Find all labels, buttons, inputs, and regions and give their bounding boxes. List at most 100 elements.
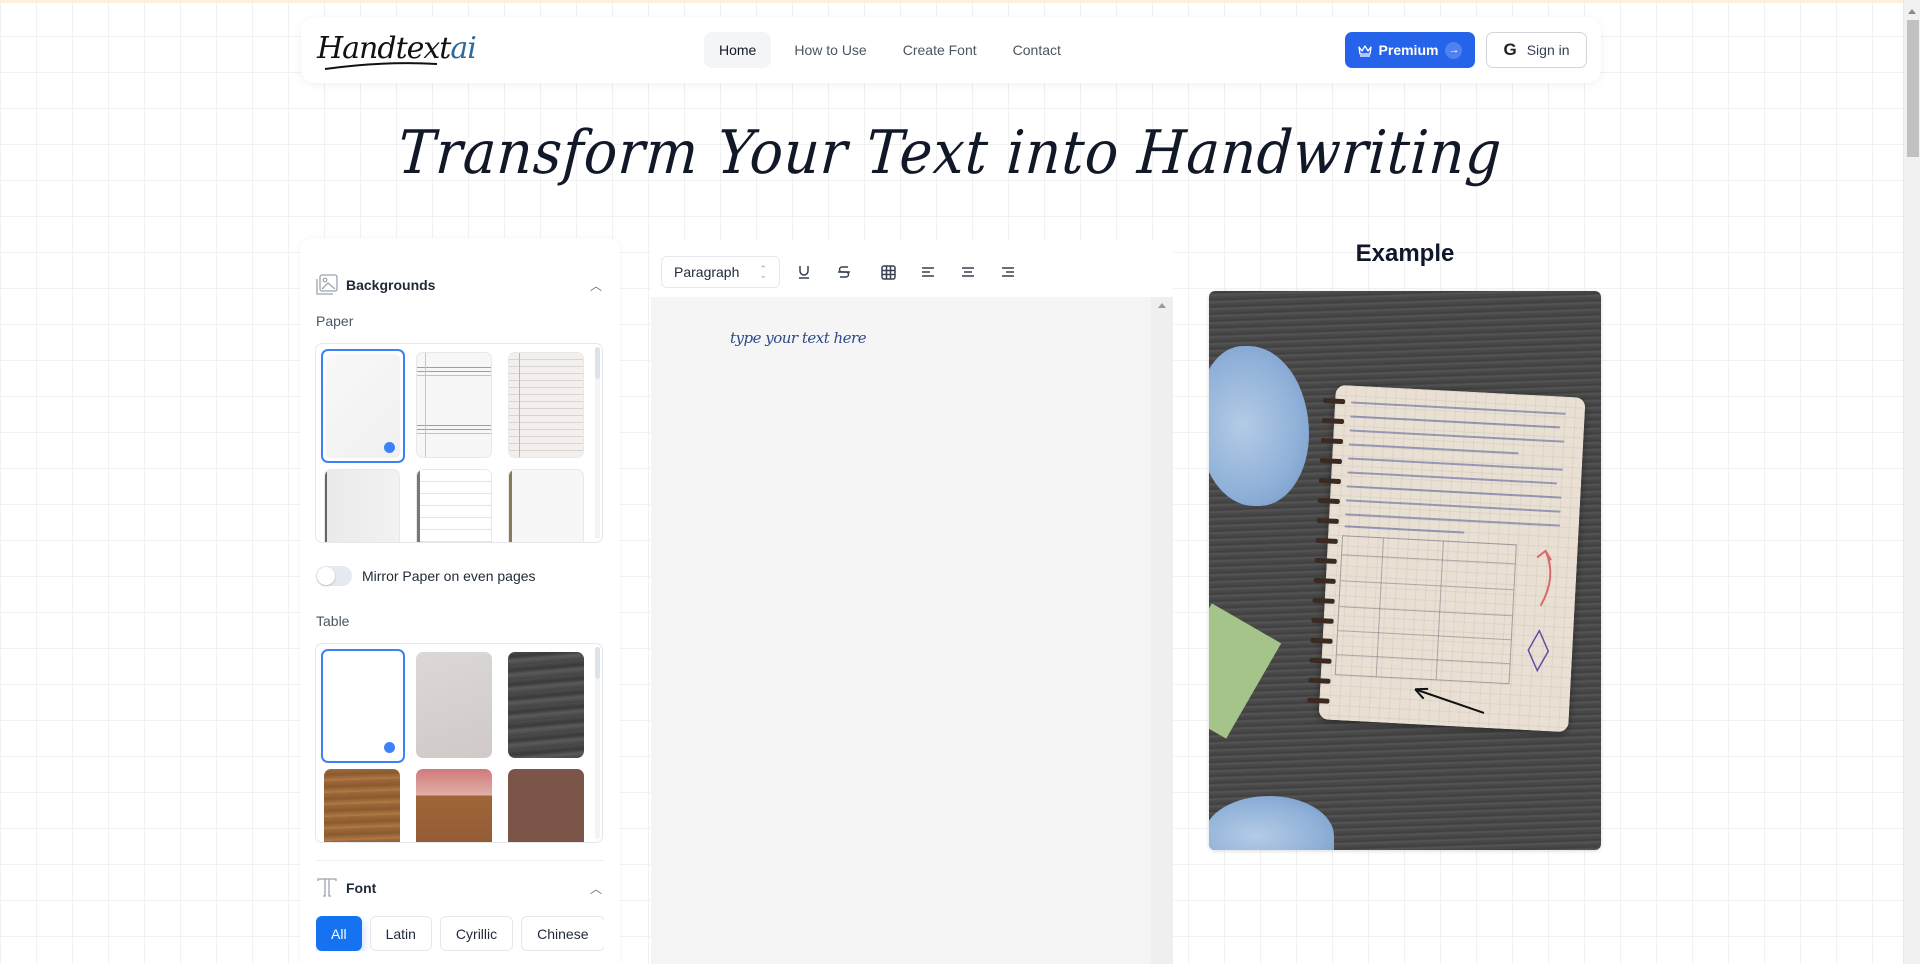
font-filter-cyrillic[interactable]: Cyrillic [439, 916, 514, 951]
page-scrollbar[interactable] [1903, 0, 1920, 964]
font-filter-all[interactable]: All [316, 916, 362, 951]
top-accent-line [0, 0, 1904, 3]
table-option-white[interactable] [321, 649, 405, 763]
spiral-ring [1316, 517, 1339, 525]
paper-preview [509, 470, 583, 542]
nav-how-to-use[interactable]: How to Use [779, 32, 881, 68]
crown-icon [1357, 44, 1372, 57]
spiral-ring [1322, 398, 1346, 405]
hero-title: Transform Your Text into Handwriting [395, 118, 1505, 188]
handwriting-line [1345, 513, 1560, 527]
font-section-header[interactable]: Font ︿ [316, 876, 604, 900]
crumpled-paper [1209, 346, 1309, 506]
table-option-grey-surface[interactable] [416, 652, 492, 758]
font-title: Font [346, 880, 377, 896]
handwriting-page[interactable]: type your text here [651, 297, 1173, 964]
table-option-wood-calculator[interactable] [416, 769, 492, 842]
handwritten-table [1334, 535, 1517, 685]
spiral-ring [1318, 477, 1342, 485]
logo-swoosh-icon [324, 62, 438, 70]
spiral-ring [1313, 577, 1336, 584]
handwriting-line [1349, 429, 1565, 443]
sign-in-button[interactable]: G Sign in [1486, 32, 1587, 68]
handwriting-line [1346, 485, 1562, 499]
align-center-icon [962, 267, 974, 277]
logo[interactable]: Handtextai [317, 27, 477, 73]
chevron-up-icon[interactable]: ︿ [590, 880, 602, 897]
doodle-arrow-diamond [1527, 549, 1552, 673]
backgrounds-section-header[interactable]: Backgrounds ︿ [316, 273, 604, 297]
handwriting-line [1350, 415, 1561, 429]
scrollbar-thumb[interactable] [1907, 20, 1919, 157]
spiral-ring [1310, 637, 1333, 644]
paper-grid-scrollbar[interactable] [595, 347, 600, 539]
nav-home[interactable]: Home [704, 32, 772, 68]
strikethrough-button[interactable] [824, 256, 864, 288]
scroll-up-icon[interactable] [1158, 303, 1166, 308]
premium-label: Premium [1378, 42, 1439, 58]
header: Handtextai Home How to Use Create Font C… [301, 17, 1601, 83]
handwriting-line [1345, 499, 1561, 513]
underline-button[interactable] [784, 256, 824, 288]
table-options-grid [315, 643, 603, 843]
spiral-ring [1321, 418, 1345, 425]
table-label: Table [316, 613, 350, 629]
spiral-ring [1314, 557, 1337, 564]
paper-preview [417, 470, 491, 542]
image-icon [316, 274, 338, 295]
spiral-ring [1319, 457, 1343, 465]
paper-option-spiral-ruled[interactable] [416, 469, 492, 543]
nav-contact[interactable]: Contact [998, 32, 1076, 68]
paper-preview [509, 353, 583, 457]
chevron-up-icon[interactable]: ︿ [590, 277, 602, 294]
paper-options-grid [315, 343, 603, 543]
editor-scrollbar[interactable] [1151, 297, 1173, 964]
text-editor: Paragraph ⌃ ⌄ type your text here [651, 240, 1173, 964]
paper-option-ruled-double[interactable] [416, 352, 492, 458]
table-preview [416, 652, 492, 758]
doodle-arrow [1414, 687, 1485, 714]
spiral-ring [1312, 597, 1335, 604]
scrollbar-thumb[interactable] [595, 647, 600, 679]
align-center-button[interactable] [948, 256, 988, 288]
logo-accent: ai [450, 31, 477, 66]
table-option-brown-coffee[interactable] [508, 769, 584, 842]
spiral-ring [1308, 677, 1331, 684]
nav-create-font[interactable]: Create Font [888, 32, 992, 68]
table-grid-scrollbar[interactable] [595, 647, 600, 839]
table-button[interactable] [868, 256, 908, 288]
block-type-select[interactable]: Paragraph ⌃ ⌄ [661, 256, 780, 288]
handwriting-line [1350, 401, 1566, 415]
font-filter-chinese[interactable]: Chinese [521, 916, 604, 951]
mirror-paper-row: Mirror Paper on even pages [316, 566, 536, 586]
align-left-button[interactable] [908, 256, 948, 288]
paper-option-spiral-blank[interactable] [324, 469, 400, 542]
table-option-wood-plant[interactable] [324, 769, 400, 842]
table-preview [508, 769, 584, 842]
table-option-dark-wood[interactable] [508, 652, 584, 758]
handwriting-line [1344, 525, 1465, 534]
font-filter-latin[interactable]: Latin [369, 916, 432, 951]
lock-icon [442, 542, 466, 543]
mirror-paper-toggle[interactable] [316, 566, 352, 586]
example-image [1209, 291, 1601, 850]
table-preview [324, 769, 400, 842]
table-icon [880, 264, 896, 280]
lock-icon [534, 542, 558, 543]
scrollbar-thumb[interactable] [595, 347, 600, 379]
paper-option-blank[interactable] [321, 349, 405, 463]
handwriting-line [1347, 471, 1558, 485]
paper-option-spiral-lines[interactable] [508, 469, 584, 543]
font-filter-chips: All Latin Cyrillic Chinese [316, 916, 604, 951]
spiral-ring [1317, 497, 1340, 505]
align-right-button[interactable] [988, 256, 1028, 288]
arrow-right-icon: → [1445, 41, 1463, 59]
editor-placeholder[interactable]: type your text here [730, 329, 867, 347]
premium-button[interactable]: Premium → [1345, 32, 1475, 68]
mirror-paper-label: Mirror Paper on even pages [362, 568, 536, 584]
selected-indicator [384, 742, 395, 753]
paper-option-ruled-margin[interactable] [508, 352, 584, 458]
handwriting-line [1348, 443, 1519, 455]
scroll-up-icon[interactable] [1908, 9, 1916, 14]
notebook-illustration [1307, 384, 1586, 733]
